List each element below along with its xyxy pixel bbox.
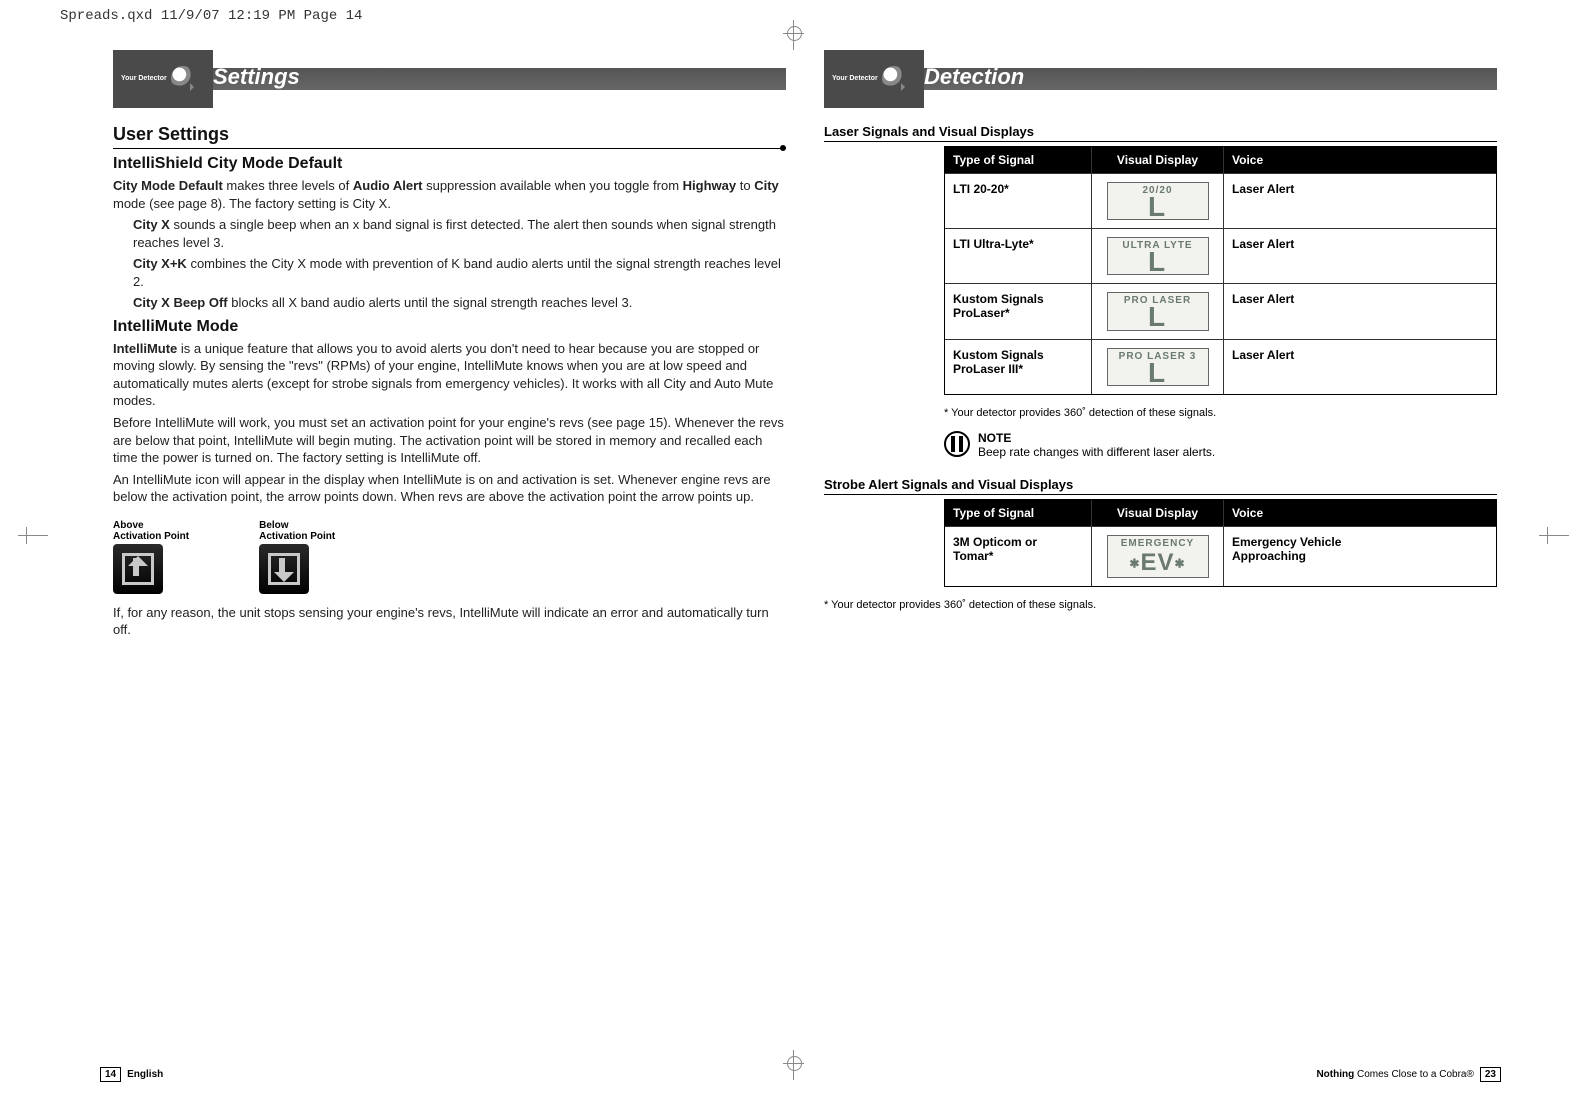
table-row: LTI Ultra-Lyte* ULTRA LYTEL Laser Alert [945,228,1496,283]
snake-icon [882,66,906,90]
lcd-display: EMERGENCY✱EV✱ [1107,535,1209,578]
registration-mark-top [793,20,794,50]
note-text: Beep rate changes with different laser a… [978,445,1215,459]
imposition-slug: Spreads.qxd 11/9/07 12:19 PM Page 14 [60,8,362,24]
footnote-360: * Your detector provides 360˚ detection … [824,599,1497,611]
body-text: City X sounds a single beep when an x ba… [133,216,786,251]
table-laser-signals: Type of Signal Visual Display Voice LTI … [944,146,1497,395]
caption-laser-table: Laser Signals and Visual Displays [824,124,1497,142]
body-text: IntelliMute is a unique feature that all… [113,340,786,410]
table-row: Kustom SignalsProLaser III* PRO LASER 3L… [945,339,1496,394]
heading-user-settings: User Settings [113,124,786,149]
brand-tag: Your Detector [121,75,167,82]
snake-icon [171,66,195,90]
table-row: Kustom SignalsProLaser* PRO LASERL Laser… [945,283,1496,338]
th-type: Type of Signal [945,147,1091,173]
th-type: Type of Signal [945,500,1091,526]
body-text: An IntelliMute icon will appear in the d… [113,471,786,506]
caption-strobe-table: Strobe Alert Signals and Visual Displays [824,477,1497,495]
icon-arrow-down [259,544,309,594]
icon-arrow-up [113,544,163,594]
page-footer-right: Nothing Comes Close to a Cobra® 23 [1316,1067,1501,1082]
note-icon [944,431,970,457]
brand-tag: Your Detector [832,75,878,82]
section-banner-detection: Your Detector Detection [824,50,1497,102]
body-text: City Mode Default makes three levels of … [113,177,786,212]
th-display: Visual Display [1091,147,1223,173]
lcd-display: 20/20L [1107,182,1209,220]
th-voice: Voice [1223,147,1370,173]
body-text: If, for any reason, the unit stops sensi… [113,604,786,639]
table-row: LTI 20-20* 20/20L Laser Alert [945,173,1496,228]
lcd-display: PRO LASER 3L [1107,348,1209,386]
page-number: 14 [100,1067,121,1082]
lcd-display: PRO LASERL [1107,292,1209,330]
note-block: NOTEBeep rate changes with different las… [944,431,1497,459]
banner-title: Detection [924,64,1024,90]
body-text: City X Beep Off blocks all X band audio … [133,294,786,312]
caption-below: BelowActivation Point [259,520,335,542]
th-voice: Voice [1223,500,1370,526]
heading-intellishield: IntelliShield City Mode Default [113,155,786,173]
note-label: NOTE [978,431,1215,445]
th-display: Visual Display [1091,500,1223,526]
body-text: City X+K combines the City X mode with p… [133,255,786,290]
table-strobe-signals: Type of Signal Visual Display Voice 3M O… [944,499,1497,587]
body-text: Before IntelliMute will work, you must s… [113,414,786,467]
caption-above: AboveActivation Point [113,520,189,542]
banner-title: Settings [213,64,300,90]
page-footer-left: 14 English [100,1067,163,1082]
section-banner-settings: Your Detector Settings [113,50,786,102]
footnote-360: * Your detector provides 360˚ detection … [944,407,1497,419]
table-row: 3M Opticom orTomar* EMERGENCY✱EV✱ Emerge… [945,526,1496,586]
page-number: 23 [1480,1067,1501,1082]
heading-intellimute: IntelliMute Mode [113,318,786,336]
lcd-display: ULTRA LYTEL [1107,237,1209,275]
